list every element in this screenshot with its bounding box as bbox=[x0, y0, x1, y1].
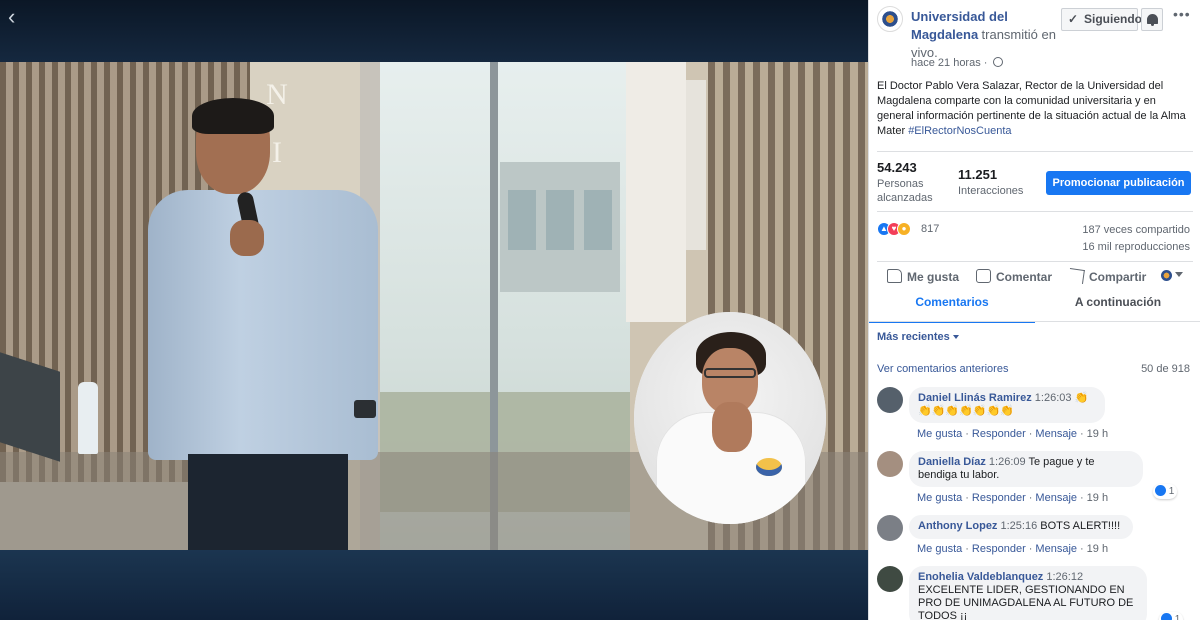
hashtag-link[interactable]: #ElRectorNosCuenta bbox=[908, 125, 1011, 137]
tabs: Comentarios A continuación bbox=[869, 293, 1200, 323]
video-white-post bbox=[626, 62, 686, 322]
comment-reaction-badge[interactable]: 1 bbox=[1153, 484, 1178, 499]
page-avatar[interactable] bbox=[877, 6, 903, 32]
like-reaction-icon bbox=[1161, 613, 1172, 620]
comment-text: EXCELENTE LIDER, GESTIONANDO EN PRO DE U… bbox=[918, 584, 1134, 620]
comment-item: Daniella Díaz 1:26:09 Te pague y te bend… bbox=[877, 451, 1195, 507]
view-previous-comments-link[interactable]: Ver comentarios anteriores bbox=[877, 363, 1008, 375]
post-description: El Doctor Pablo Vera Salazar, Rector de … bbox=[877, 80, 1186, 137]
comment-message-link[interactable]: Mensaje bbox=[1035, 428, 1077, 440]
video-top-bar bbox=[0, 0, 868, 62]
comment-video-time[interactable]: 1:26:12 bbox=[1046, 571, 1083, 583]
reaction-identity-picker[interactable] bbox=[1161, 269, 1185, 283]
comment-bubble: Daniella Díaz 1:26:09 Te pague y te bend… bbox=[909, 451, 1143, 487]
post-header: Universidad del Magdalena transmitió en … bbox=[911, 8, 1061, 62]
avatar[interactable] bbox=[877, 515, 903, 541]
comment-item: Enohelia Valdeblanquez 1:26:12 EXCELENTE… bbox=[877, 566, 1195, 620]
avatar[interactable] bbox=[877, 451, 903, 477]
commenter-name[interactable]: Daniel Llinás Ramirez bbox=[918, 392, 1032, 404]
comment-icon bbox=[976, 269, 991, 283]
comment-video-time[interactable]: 1:26:09 bbox=[989, 456, 1026, 468]
comment-like-link[interactable]: Me gusta bbox=[917, 543, 962, 555]
care-reaction-icon: ● bbox=[897, 222, 911, 236]
shares-count[interactable]: 187 veces compartido bbox=[1082, 222, 1190, 239]
bell-icon bbox=[1147, 14, 1158, 26]
commenter-name[interactable]: Enohelia Valdeblanquez bbox=[918, 571, 1043, 583]
comment-sort-dropdown[interactable]: Más recientes bbox=[877, 331, 959, 343]
video-building bbox=[500, 162, 620, 292]
comment-actions: Me gusta · Responder · Mensaje · 19 h bbox=[917, 543, 1109, 555]
comment-actions: Me gusta · Responder · Mensaje · 19 h bbox=[917, 492, 1109, 504]
divider bbox=[877, 151, 1193, 152]
comment-count: 50 de 918 bbox=[1141, 363, 1190, 375]
divider bbox=[869, 321, 1200, 322]
comment-item: Anthony Lopez 1:25:16 BOTS ALERT!!!! Me … bbox=[877, 515, 1195, 559]
tab-up-next[interactable]: A continuación bbox=[1035, 293, 1200, 323]
comment-video-time[interactable]: 1:25:16 bbox=[1001, 520, 1038, 532]
chevron-down-icon bbox=[952, 335, 959, 339]
sign-language-interpreter-overlay bbox=[634, 312, 826, 524]
checkmark-icon: ✓ bbox=[1068, 12, 1079, 26]
video-speaker bbox=[686, 80, 706, 250]
video-bottom-bar bbox=[0, 550, 868, 620]
share-button[interactable]: Compartir bbox=[1068, 268, 1146, 284]
comment-like-link[interactable]: Me gusta bbox=[917, 492, 962, 504]
university-seal-icon bbox=[881, 10, 899, 28]
like-reaction-icon bbox=[1155, 485, 1166, 496]
comment-age: 19 h bbox=[1086, 543, 1109, 555]
comment-age: 19 h bbox=[1086, 428, 1109, 440]
page-identity-icon bbox=[1161, 270, 1172, 281]
avatar[interactable] bbox=[877, 387, 903, 413]
comment-like-link[interactable]: Me gusta bbox=[917, 428, 962, 440]
more-options-icon[interactable]: ••• bbox=[1173, 7, 1191, 21]
shirt-logo bbox=[756, 458, 782, 476]
video-player[interactable]: ‹ N I M A bbox=[0, 0, 868, 620]
commenter-name[interactable]: Daniella Díaz bbox=[918, 456, 986, 468]
comment-video-time[interactable]: 1:26:03 bbox=[1035, 392, 1072, 404]
comment-text: BOTS ALERT!!!! bbox=[1040, 520, 1121, 532]
comment-message-link[interactable]: Mensaje bbox=[1035, 543, 1077, 555]
like-button[interactable]: Me gusta bbox=[887, 269, 959, 284]
reached-label: Personas alcanzadas bbox=[877, 178, 933, 204]
comment-bubble: Daniel Llinás Ramirez 1:26:03 👏👏👏👏👏👏👏👏 bbox=[909, 387, 1105, 423]
thumbs-up-icon bbox=[887, 269, 902, 283]
video-bottle bbox=[78, 382, 98, 454]
share-stats: 187 veces compartido 16 mil reproduccion… bbox=[1082, 222, 1190, 256]
interactions-label: Interacciones bbox=[958, 185, 1024, 197]
globe-icon bbox=[992, 57, 1003, 67]
avatar[interactable] bbox=[877, 566, 903, 592]
comment-actions: Me gusta · Responder · Mensaje · 19 h bbox=[917, 428, 1109, 440]
divider bbox=[877, 211, 1193, 212]
chevron-left-icon[interactable]: ‹ bbox=[8, 6, 30, 30]
comment-reply-link[interactable]: Responder bbox=[972, 428, 1026, 440]
comment-reply-link[interactable]: Responder bbox=[972, 492, 1026, 504]
comment-bubble: Anthony Lopez 1:25:16 BOTS ALERT!!!! bbox=[909, 515, 1133, 539]
tab-comments[interactable]: Comentarios bbox=[869, 293, 1035, 323]
comment-reaction-badge[interactable]: 1 bbox=[1159, 612, 1184, 620]
post-actions-bar: Me gusta Comentar Compartir bbox=[869, 262, 1200, 292]
commenter-name[interactable]: Anthony Lopez bbox=[918, 520, 997, 532]
share-icon bbox=[1068, 268, 1085, 284]
comment-age: 19 h bbox=[1086, 492, 1109, 504]
notifications-button[interactable] bbox=[1141, 8, 1163, 31]
plays-count: 16 mil reproducciones bbox=[1082, 241, 1190, 253]
comment-reply-link[interactable]: Responder bbox=[972, 543, 1026, 555]
comment-item: Daniel Llinás Ramirez 1:26:03 👏👏👏👏👏👏👏👏 M… bbox=[877, 387, 1195, 443]
post-timestamp[interactable]: hace 21 horas · bbox=[911, 57, 1003, 69]
interactions-count: 11.251 bbox=[958, 167, 998, 182]
reaction-count[interactable]: 817 bbox=[921, 223, 939, 235]
comment-message-link[interactable]: Mensaje bbox=[1035, 492, 1077, 504]
following-button[interactable]: ✓ Siguiendo bbox=[1061, 8, 1142, 31]
promote-post-button[interactable]: Promocionar publicación bbox=[1046, 171, 1191, 195]
post-sidebar: Universidad del Magdalena transmitió en … bbox=[868, 0, 1200, 620]
comment-bubble: Enohelia Valdeblanquez 1:26:12 EXCELENTE… bbox=[909, 566, 1147, 620]
chevron-down-icon bbox=[1175, 272, 1183, 277]
comment-button[interactable]: Comentar bbox=[976, 269, 1052, 284]
reached-count: 54.243 bbox=[877, 160, 917, 175]
video-monitor bbox=[0, 352, 60, 462]
video-speaker-person bbox=[148, 98, 388, 550]
